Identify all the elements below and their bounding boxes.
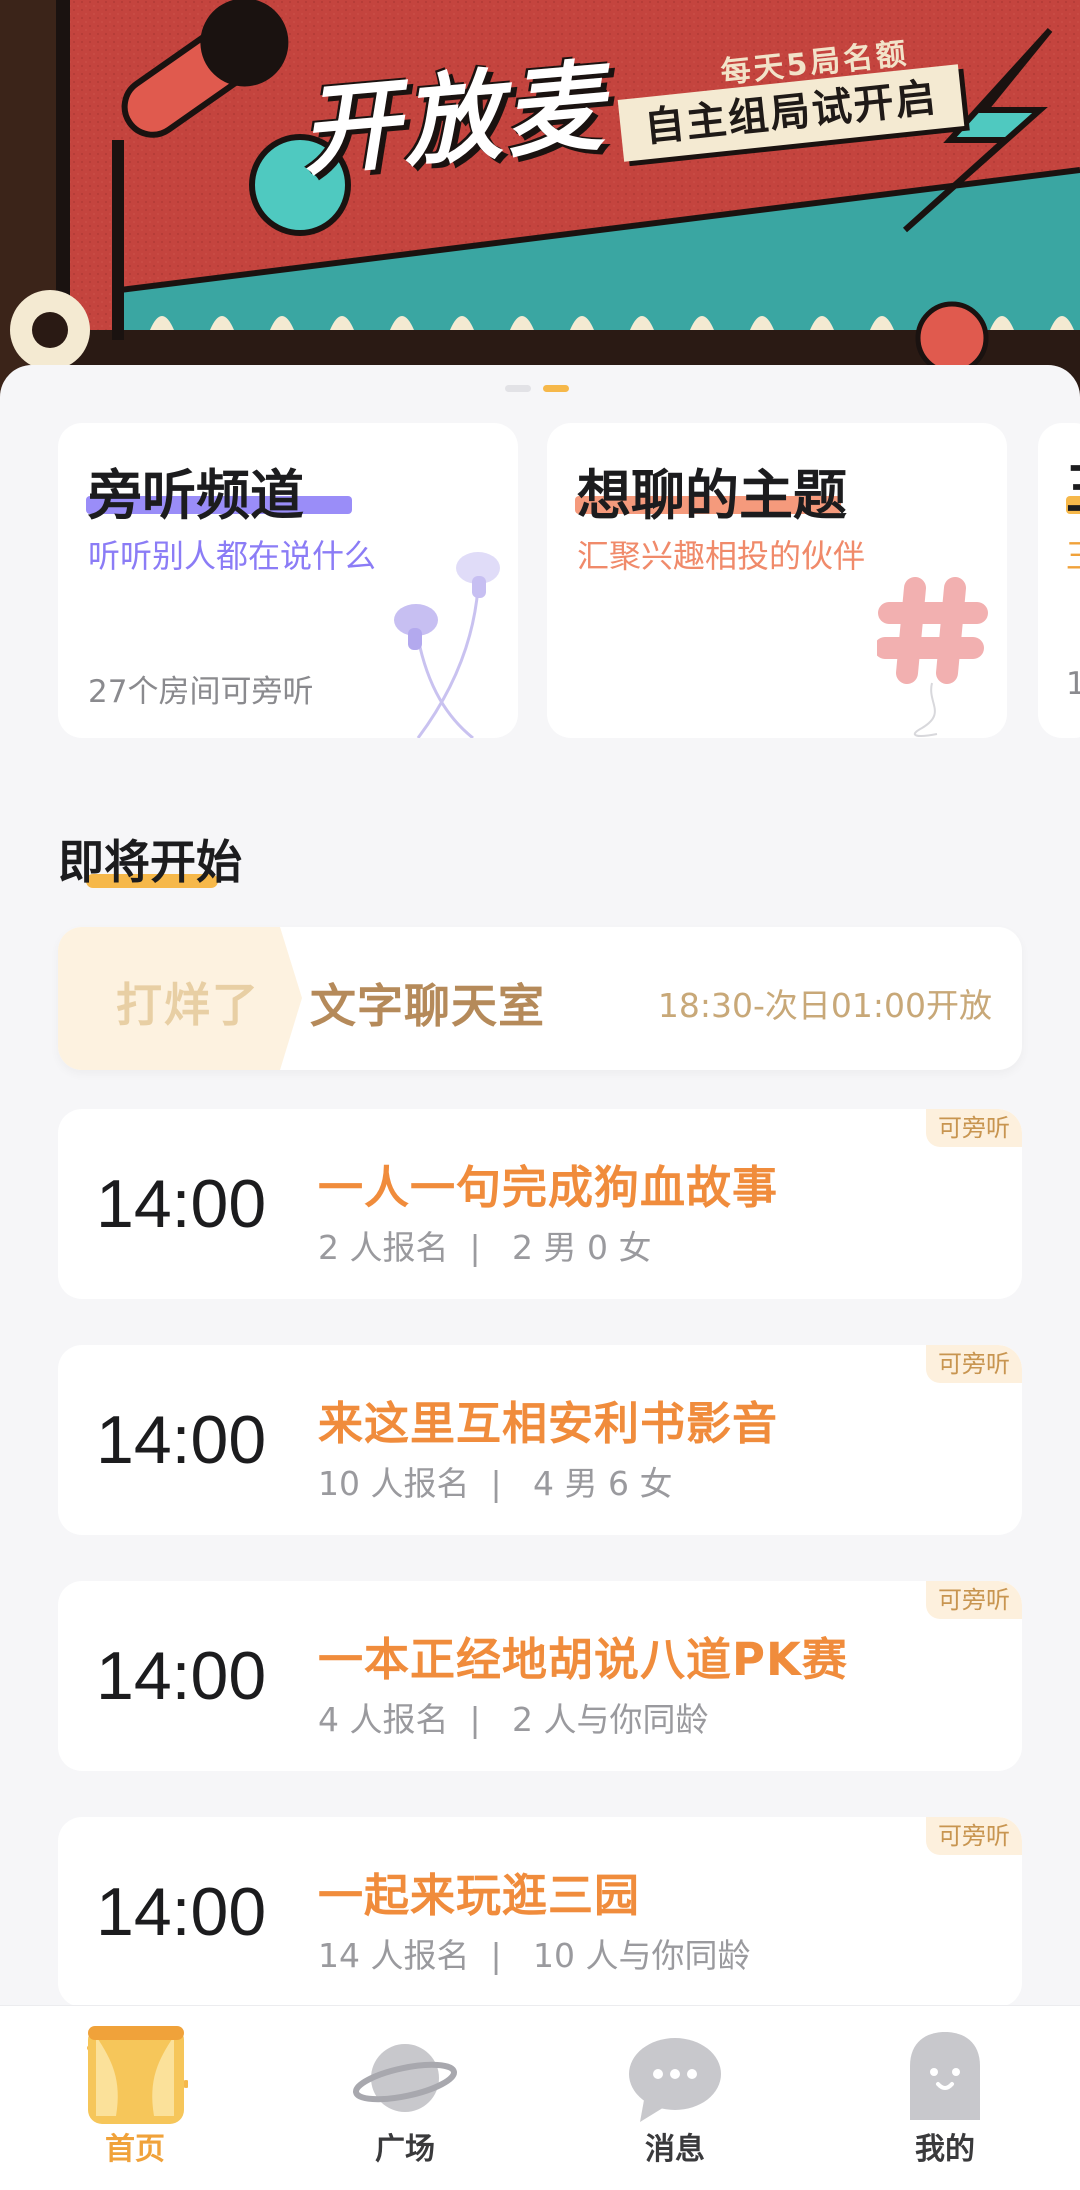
session-card[interactable]: 可旁听 14:00 一本正经地胡说八道PK赛 4 人报名 | 2 人与你同龄 <box>58 1581 1022 1771</box>
card-subtitle: 听听别人都在说什么 <box>88 537 377 575</box>
curtain-stage-icon <box>87 2026 188 2124</box>
session-meta: 14 人报名 | 10 人与你同龄 <box>318 1936 751 1975</box>
nav-plaza[interactable]: 广场 <box>270 2006 540 2190</box>
card-peek[interactable]: 王 王 1 <box>1038 423 1080 738</box>
card-listen-channel[interactable]: 旁听频道 听听别人都在说什么 27个房间可旁听 <box>58 423 518 738</box>
card-footer: 1 <box>1066 666 1080 702</box>
session-meta: 2 人报名 | 2 男 0 女 <box>318 1228 652 1267</box>
chatroom-status: 打烊了 <box>116 978 260 1032</box>
nav-messages[interactable]: 消息 <box>540 2006 810 2190</box>
card-title: 王 <box>1066 445 1080 524</box>
card-subtitle: 王 <box>1066 531 1080 577</box>
text-chatroom-banner[interactable]: 打烊了 文字聊天室 18:30-次日01:00开放 <box>58 927 1022 1070</box>
nav-label: 我的 <box>915 2132 975 2167</box>
chatroom-notch <box>280 927 302 1070</box>
card-footer: 27个房间可旁听 <box>88 674 314 710</box>
session-meta: 4 人报名 | 2 人与你同龄 <box>318 1700 709 1739</box>
session-time: 14:00 <box>96 1874 267 1950</box>
session-meta: 10 人报名 | 4 男 6 女 <box>318 1464 673 1503</box>
session-time: 14:00 <box>96 1638 267 1714</box>
card-topics[interactable]: 想聊的主题 汇聚兴趣相投的伙伴 <box>547 423 1007 738</box>
chat-bubble-icon <box>629 2038 721 2122</box>
session-time: 14:00 <box>96 1166 267 1242</box>
nav-profile[interactable]: 我的 <box>810 2006 1080 2190</box>
bottom-nav: 首页 广场 消息 我的 <box>0 2005 1080 2190</box>
card-title: 想聊的主题 <box>577 464 847 527</box>
carousel-dot-1 <box>505 385 531 392</box>
session-card[interactable]: 可旁听 14:00 一人一句完成狗血故事 2 人报名 | 2 男 0 女 <box>58 1109 1022 1299</box>
nav-label: 首页 <box>105 2132 165 2167</box>
session-title: 一人一句完成狗血故事 <box>318 1161 779 1214</box>
listen-badge: 可旁听 <box>926 1581 1022 1619</box>
carousel-dot-2 <box>543 385 569 392</box>
listen-badge: 可旁听 <box>926 1345 1022 1383</box>
hashtag-balloon-icon <box>877 577 988 737</box>
planet-icon <box>353 2044 457 2112</box>
banner-title: 开放麦 <box>296 49 612 191</box>
ghost-icon <box>910 2032 980 2120</box>
nav-home[interactable]: 首页 <box>0 2006 270 2190</box>
carousel-indicator <box>505 385 569 392</box>
session-card[interactable]: 可旁听 14:00 一起来玩逛三园 14 人报名 | 10 人与你同龄 <box>58 1817 1022 2007</box>
session-title: 来这里互相安利书影音 <box>318 1397 779 1450</box>
session-card[interactable]: 可旁听 14:00 来这里互相安利书影音 10 人报名 | 4 男 6 女 <box>58 1345 1022 1535</box>
session-title: 一起来玩逛三园 <box>318 1869 641 1922</box>
chatroom-name: 文字聊天室 <box>310 979 545 1033</box>
top-banner[interactable]: 开放麦 每天5局名额 自主组局试开启 <box>0 0 1080 400</box>
section-title: 即将开始 <box>58 835 242 889</box>
card-title: 旁听频道 <box>88 464 304 527</box>
listen-badge: 可旁听 <box>926 1109 1022 1147</box>
nav-label: 消息 <box>645 2132 705 2167</box>
session-time: 14:00 <box>96 1402 267 1478</box>
nav-label: 广场 <box>375 2132 435 2167</box>
card-subtitle: 汇聚兴趣相投的伙伴 <box>577 537 866 575</box>
earphones-icon <box>394 552 500 738</box>
session-title: 一本正经地胡说八道PK赛 <box>318 1633 848 1686</box>
chatroom-hours: 18:30-次日01:00开放 <box>657 986 992 1025</box>
listen-badge: 可旁听 <box>926 1817 1022 1855</box>
